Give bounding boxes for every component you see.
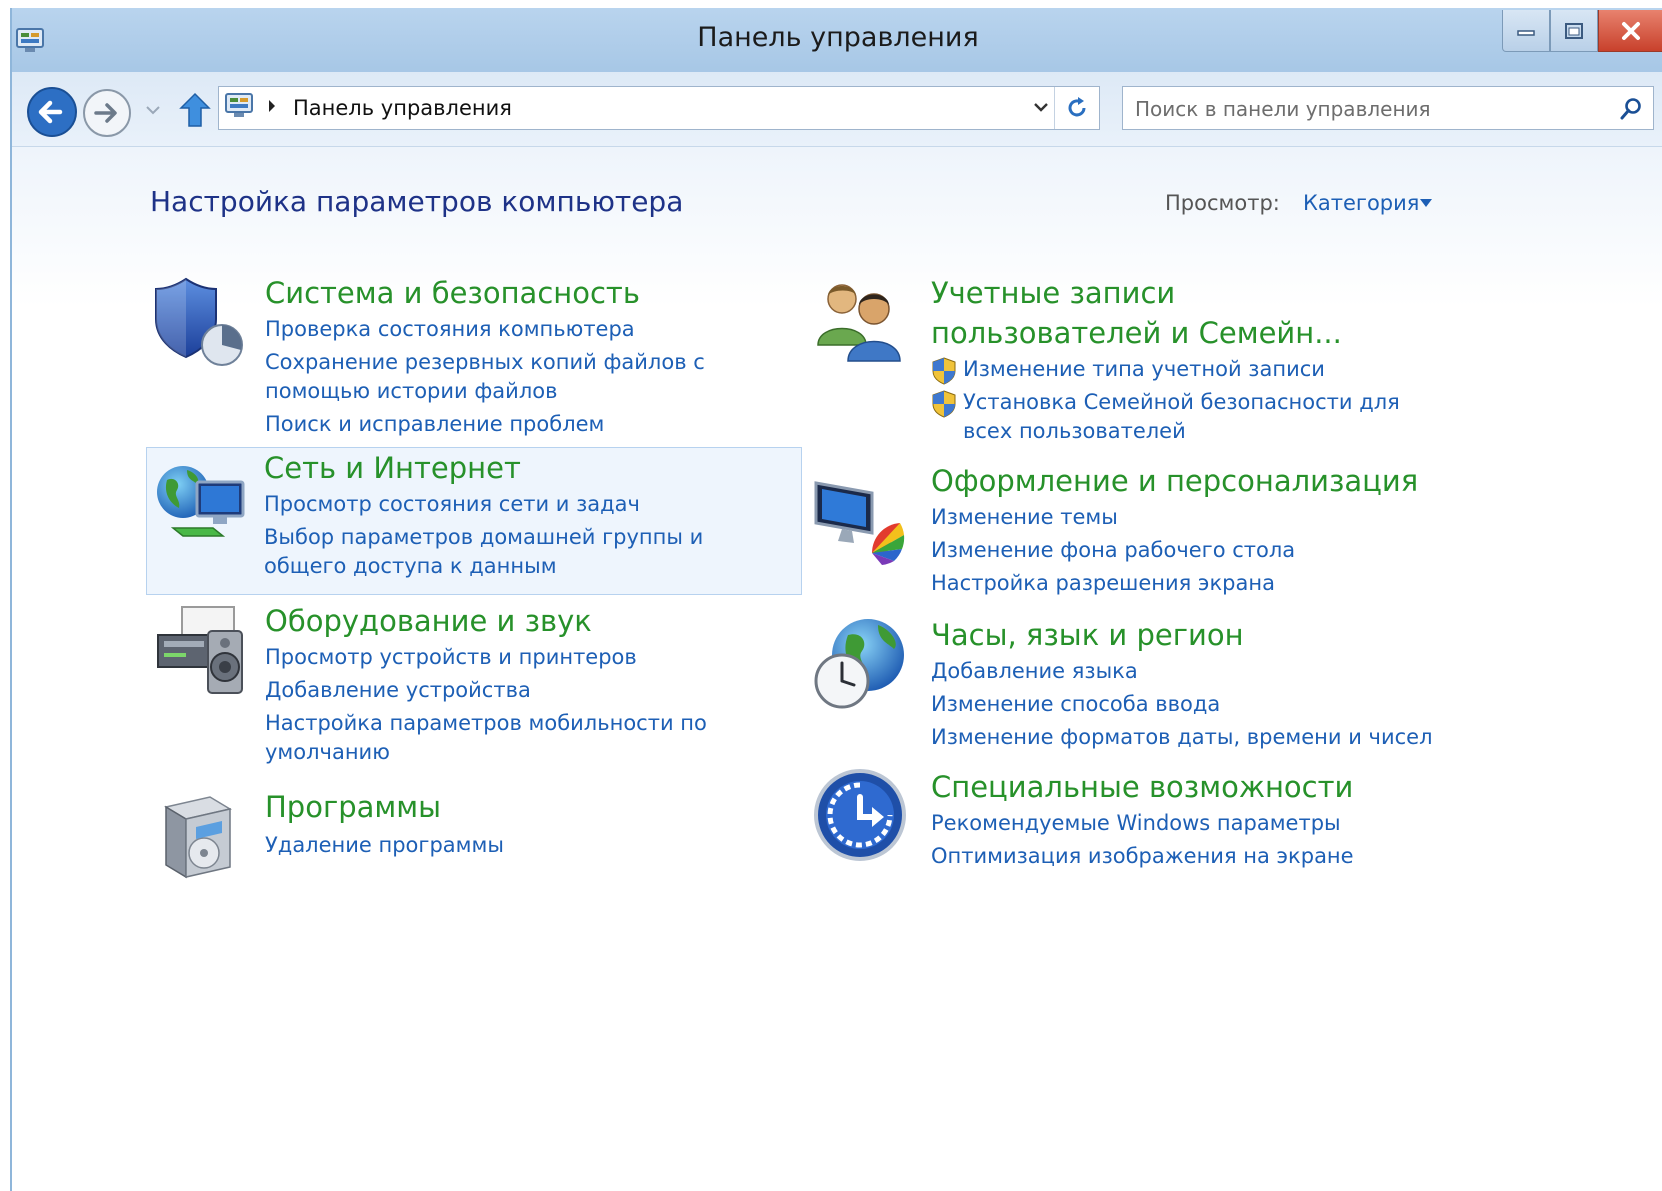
view-by-label: Просмотр: — [1165, 191, 1280, 215]
users-icon[interactable] — [812, 273, 908, 369]
category-ease-of-access: Специальные возможности Рекомендуемые Wi… — [804, 767, 1444, 887]
category-title-clock-language-region[interactable]: Часы, язык и регион — [931, 615, 1244, 655]
link-change-account-type-label[interactable]: Изменение типа учетной записи — [963, 357, 1325, 381]
programs-box-icon[interactable] — [152, 787, 248, 883]
link-date-time-formats[interactable]: Изменение форматов даты, времени и чисел — [931, 723, 1433, 752]
category-hardware-sound: Оборудование и звук Просмотр устройств и… — [148, 601, 802, 771]
minimize-icon — [1517, 29, 1535, 36]
minimize-button[interactable] — [1502, 10, 1550, 52]
category-title-system-security[interactable]: Система и безопасность — [265, 273, 640, 313]
link-devices-printers[interactable]: Просмотр устройств и принтеров — [265, 643, 725, 672]
address-bar[interactable]: Панель управления — [218, 86, 1100, 130]
monitor-palette-icon[interactable] — [812, 471, 908, 567]
link-uninstall-program[interactable]: Удаление программы — [265, 831, 725, 860]
category-system-security: Система и безопасность Проверка состояни… — [148, 273, 802, 443]
maximize-button[interactable] — [1550, 10, 1598, 52]
link-optimize-display[interactable]: Оптимизация изображения на экране — [931, 842, 1431, 871]
network-globe-icon[interactable] — [153, 454, 249, 550]
link-file-history-backup[interactable]: Сохранение резервных копий файлов с помо… — [265, 348, 805, 406]
uac-shield-icon — [932, 390, 956, 418]
up-button[interactable] — [176, 90, 214, 130]
link-change-desktop-background[interactable]: Изменение фона рабочего стола — [931, 536, 1431, 565]
link-recommended-settings[interactable]: Рекомендуемые Windows параметры — [931, 809, 1431, 838]
link-family-safety-label[interactable]: Установка Семейной безопасности для всех… — [963, 390, 1400, 443]
link-homegroup-sharing[interactable]: Выбор параметров домашней группы и общег… — [264, 523, 784, 581]
category-title-ease-of-access[interactable]: Специальные возможности — [931, 767, 1353, 807]
category-programs: Программы Удаление программы — [148, 787, 802, 897]
category-title-network-internet[interactable]: Сеть и Интернет — [264, 448, 521, 488]
search-box[interactable] — [1122, 86, 1654, 130]
uac-shield-icon — [932, 357, 956, 385]
view-by-dropdown[interactable]: Категория — [1303, 191, 1419, 215]
forward-button[interactable] — [82, 88, 132, 138]
chevron-down-icon[interactable] — [1031, 97, 1051, 117]
link-check-computer-status[interactable]: Проверка состояния компьютера — [265, 315, 805, 344]
category-title-appearance[interactable]: Оформление и персонализация — [931, 461, 1418, 501]
recent-pages-dropdown-icon[interactable] — [144, 102, 162, 118]
content-area: Настройка параметров компьютера Просмотр… — [12, 147, 1662, 1191]
accessibility-icon[interactable] — [812, 767, 908, 863]
refresh-icon — [1068, 97, 1086, 117]
breadcrumb-arrow-icon[interactable] — [267, 99, 277, 113]
search-icon[interactable] — [1619, 97, 1643, 121]
category-network-internet[interactable]: Сеть и Интернет Просмотр состояния сети … — [146, 447, 802, 595]
category-clock-language-region: Часы, язык и регион Добавление языка Изм… — [804, 615, 1444, 755]
refresh-button[interactable] — [1054, 87, 1099, 129]
category-appearance: Оформление и персонализация Изменение те… — [804, 461, 1444, 611]
category-title-user-accounts[interactable]: Учетные записи пользователей и Семейн... — [931, 273, 1411, 353]
category-title-programs[interactable]: Программы — [265, 787, 441, 827]
close-icon — [1622, 21, 1640, 40]
control-panel-window: Панель управления Панель управления Поис… — [10, 8, 1662, 1191]
link-change-input-method[interactable]: Изменение способа ввода — [931, 690, 1431, 719]
link-change-theme[interactable]: Изменение темы — [931, 503, 1431, 532]
link-troubleshoot-problems[interactable]: Поиск и исправление проблем — [265, 410, 805, 439]
link-add-device[interactable]: Добавление устройства — [265, 676, 725, 705]
window-title: Панель управления — [697, 22, 979, 53]
caret-down-icon[interactable] — [1420, 199, 1432, 207]
link-change-account-type[interactable]: Изменение типа учетной записи — [931, 355, 1431, 385]
close-button[interactable] — [1598, 10, 1662, 52]
control-panel-icon — [225, 93, 253, 117]
clock-globe-icon[interactable] — [812, 615, 908, 711]
link-add-language[interactable]: Добавление языка — [931, 657, 1431, 686]
link-family-safety[interactable]: Установка Семейной безопасности для всех… — [931, 388, 1431, 446]
breadcrumb-control-panel[interactable]: Панель управления — [293, 96, 512, 120]
search-input[interactable] — [1133, 93, 1577, 125]
link-mobility-settings[interactable]: Настройка параметров мобильности по умол… — [265, 709, 725, 767]
navigation-bar: Панель управления — [12, 72, 1662, 147]
page-heading: Настройка параметров компьютера — [150, 185, 684, 218]
printer-speaker-icon[interactable] — [152, 601, 248, 697]
category-user-accounts: Учетные записи пользователей и Семейн...… — [804, 273, 1444, 453]
maximize-icon — [1565, 22, 1583, 39]
back-button[interactable] — [26, 86, 78, 138]
security-shield-icon[interactable] — [152, 273, 248, 369]
link-screen-resolution[interactable]: Настройка разрешения экрана — [931, 569, 1431, 598]
link-network-status-tasks[interactable]: Просмотр состояния сети и задач — [264, 490, 784, 519]
title-bar[interactable]: Панель управления — [12, 8, 1662, 72]
category-title-hardware-sound[interactable]: Оборудование и звук — [265, 601, 592, 641]
